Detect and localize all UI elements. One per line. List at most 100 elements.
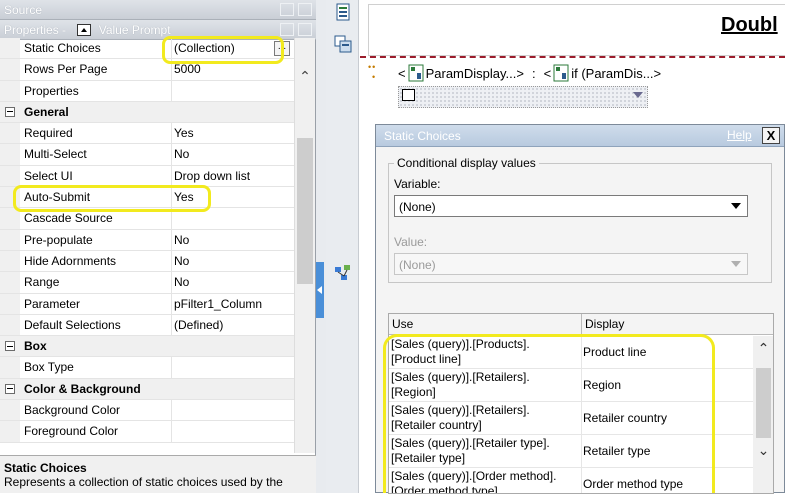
- property-row-default-selections[interactable]: Default Selections (Defined): [0, 314, 294, 337]
- scrollbar-thumb[interactable]: [756, 368, 771, 438]
- value-select[interactable]: (None): [394, 253, 748, 275]
- property-row-foreground-color[interactable]: Foreground Color: [0, 421, 294, 443]
- column-header-display[interactable]: Display: [585, 317, 624, 331]
- property-row-parameter[interactable]: Parameter pFilter1_Column: [0, 293, 294, 315]
- chevron-down-icon[interactable]: [727, 256, 745, 272]
- restore-icon[interactable]: [280, 3, 294, 16]
- chevron-down-icon[interactable]: [727, 198, 745, 214]
- property-value[interactable]: pFilter1_Column: [172, 294, 294, 314]
- layout-calculation-icon: [408, 64, 424, 82]
- checkbox-icon[interactable]: [402, 89, 415, 101]
- source-pane-header[interactable]: Source: [0, 0, 316, 20]
- category-color-background[interactable]: Color & Background: [0, 378, 294, 401]
- condition-explorer-icon[interactable]: [334, 264, 352, 282]
- table-row[interactable]: [Sales (query)].[Retailers]. [Retailer c…: [389, 402, 753, 435]
- property-row-pre-populate[interactable]: Pre-populate No: [0, 229, 294, 251]
- use-value: [Sales (query)].[Retailers].: [391, 403, 530, 417]
- value-prompt-icon: [77, 24, 92, 36]
- property-name: Pre-populate: [20, 229, 172, 250]
- value-prompt-control[interactable]: [398, 86, 648, 108]
- table-scrollbar[interactable]: ⌃ ⌄: [753, 336, 773, 493]
- property-row-properties[interactable]: Properties: [0, 80, 294, 102]
- chevron-down-icon[interactable]: [633, 92, 643, 98]
- category-general[interactable]: General: [0, 101, 294, 124]
- table-row[interactable]: [Sales (query)].[Retailers]. [Region] Re…: [389, 369, 753, 402]
- property-value[interactable]: [172, 400, 294, 420]
- collapse-icon[interactable]: [5, 106, 15, 117]
- property-grid-scrollbar[interactable]: ⌃: [294, 38, 315, 453]
- property-value[interactable]: [172, 357, 294, 377]
- dialog-titlebar[interactable]: Static Choices Help X: [376, 125, 784, 147]
- use-value: [Sales (query)].[Order method].: [391, 469, 557, 483]
- property-row-background-color[interactable]: Background Color: [0, 400, 294, 422]
- param-display-row[interactable]: < ParamDisplay...> : < if (ParamDis...>: [398, 64, 661, 82]
- open-bracket: <: [398, 65, 406, 81]
- category-box[interactable]: Box: [0, 336, 294, 358]
- property-value[interactable]: [172, 421, 294, 441]
- pane-splitter[interactable]: [316, 0, 326, 493]
- collapse-icon[interactable]: [5, 383, 15, 394]
- property-name: Background Color: [20, 400, 172, 421]
- display-value: Region: [583, 378, 622, 392]
- property-value[interactable]: Yes: [172, 187, 294, 207]
- property-name: Select UI: [20, 165, 172, 187]
- edit-collection-button[interactable]: ...: [274, 41, 290, 56]
- property-value[interactable]: 5000: [172, 59, 294, 79]
- container-marker: •: [372, 72, 377, 82]
- restore-icon[interactable]: [280, 23, 294, 36]
- container-marker: ••: [368, 62, 377, 72]
- property-row-static-choices[interactable]: Static Choices (Collection) ...: [0, 38, 294, 60]
- table-row[interactable]: [Sales (query)].[Products]. [Product lin…: [389, 336, 753, 369]
- scrollbar-thumb[interactable]: [297, 138, 313, 284]
- table-row[interactable]: [Sales (query)].[Order method]. [Order m…: [389, 468, 753, 493]
- maximize-icon[interactable]: [298, 23, 312, 36]
- table-header: Use Display: [389, 314, 773, 335]
- property-name: Required: [20, 123, 172, 144]
- help-link[interactable]: Help: [727, 128, 752, 142]
- property-row-cascade-source[interactable]: Cascade Source: [0, 208, 294, 230]
- chevron-down-icon[interactable]: ⌄: [753, 442, 773, 460]
- property-value[interactable]: [172, 81, 294, 101]
- property-row-rows-per-page[interactable]: Rows Per Page 5000: [0, 59, 294, 81]
- collapse-icon[interactable]: [5, 341, 15, 352]
- display-value: Retailer country: [583, 411, 668, 425]
- property-row-auto-submit[interactable]: Auto-Submit Yes: [0, 187, 294, 209]
- properties-pane: Source Properties - Value Prompt Static …: [0, 0, 316, 493]
- value-value: (None): [399, 258, 436, 272]
- param-display-2[interactable]: if (ParamDis...>: [571, 66, 661, 81]
- property-value[interactable]: Yes: [172, 123, 294, 143]
- property-value[interactable]: No: [172, 272, 294, 292]
- display-value: Order method type: [583, 477, 684, 491]
- collapse-pane-icon[interactable]: [316, 262, 324, 318]
- use-value: [Sales (query)].[Retailer type].: [391, 436, 550, 450]
- property-row-required[interactable]: Required Yes: [0, 123, 294, 145]
- property-name: Auto-Submit: [20, 187, 172, 208]
- description-title: Static Choices: [4, 461, 87, 475]
- property-row-multi-select[interactable]: Multi-Select No: [0, 144, 294, 166]
- use-value: [Product line]: [391, 352, 462, 366]
- chevron-up-icon[interactable]: ⌃: [753, 340, 773, 358]
- variable-select[interactable]: (None): [394, 195, 748, 217]
- property-value[interactable]: [172, 208, 294, 228]
- maximize-icon[interactable]: [298, 3, 312, 16]
- param-display-1[interactable]: ParamDisplay...>: [426, 66, 524, 81]
- property-value[interactable]: Drop down list: [172, 166, 294, 186]
- variable-value: (None): [399, 200, 436, 214]
- chevron-up-icon[interactable]: ⌃: [295, 66, 315, 86]
- column-header-use[interactable]: Use: [392, 317, 413, 331]
- report-title[interactable]: Doubl: [721, 14, 778, 37]
- property-row-box-type[interactable]: Box Type: [0, 357, 294, 379]
- property-value[interactable]: No: [172, 144, 294, 164]
- property-row-hide-adornments[interactable]: Hide Adornments No: [0, 250, 294, 273]
- property-value[interactable]: (Defined): [172, 315, 294, 335]
- use-value: [Retailer country]: [391, 418, 482, 432]
- property-value[interactable]: No: [172, 230, 294, 250]
- report-page-icon[interactable]: [334, 3, 352, 21]
- query-explorer-icon[interactable]: [334, 35, 352, 53]
- table-row[interactable]: [Sales (query)].[Retailer type]. [Retail…: [389, 435, 753, 468]
- property-row-range[interactable]: Range No: [0, 272, 294, 294]
- property-value[interactable]: No: [172, 251, 294, 271]
- property-row-select-ui[interactable]: Select UI Drop down list: [0, 165, 294, 188]
- properties-pane-header[interactable]: Properties - Value Prompt: [0, 20, 316, 40]
- close-button[interactable]: X: [762, 127, 780, 144]
